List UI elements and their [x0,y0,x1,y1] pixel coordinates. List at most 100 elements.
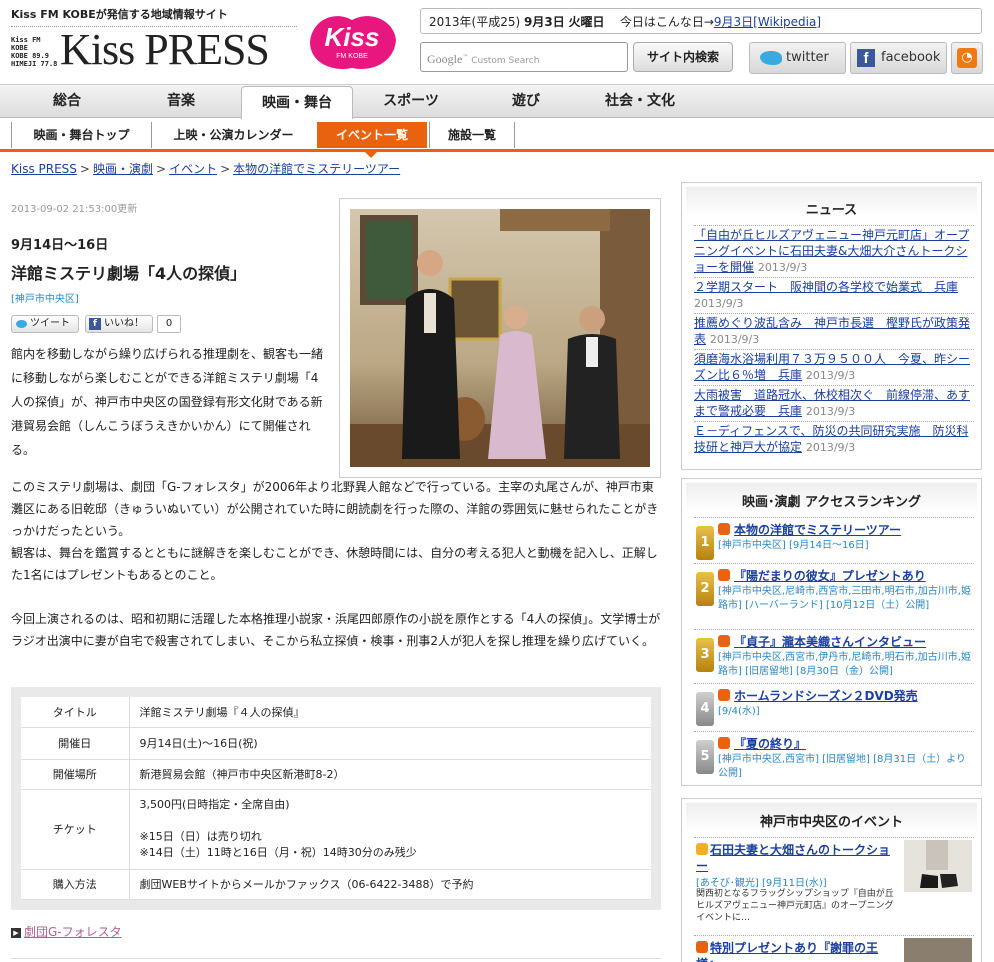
tweet-button[interactable]: ツイート [11,315,79,333]
ranking-link[interactable]: 本物の洋館でミステリーツアー [734,523,901,537]
twitter-label: twitter [786,50,829,65]
date-day: 9月3日 [524,15,565,29]
news-date: 2013/9/3 [805,441,856,454]
event-item[interactable]: 石田夫妻と大畑さんのトークショー [あそび･観光] [9月11日(水)] 関西初… [694,837,974,933]
news-item[interactable]: ２学期スタート 阪神間の各学校で始業式 兵庫 2013/9/3 [694,277,974,312]
ranking-meta: [神戸市中央区] [9月14日〜16日] [718,540,869,551]
rank-badge: 1 [696,526,714,560]
ranking-link[interactable]: 『陽だまりの彼女』プレゼントあり [734,569,926,583]
news-item[interactable]: 推薦めぐり波乱含み 神戸市長選 樫野氏が政策発表 2013/9/3 [694,313,974,348]
facebook-button[interactable]: f facebook [850,42,947,74]
news-date: 2013/9/3 [709,333,760,346]
article-body: このミステリ劇場は、劇団「G-フォレスタ」が2006年より北野異人館などで行って… [11,476,661,674]
breadcrumb-current[interactable]: 本物の洋館でミステリーツアー [233,162,400,176]
category-icon [718,689,730,701]
news-item[interactable]: 「自由が丘ヒルズアヴェニュー神戸元町店」オープニングイベントに石田夫妻&大畑大介… [694,225,974,276]
ranking-link[interactable]: ホームランドシーズン２DVD発売 [734,689,918,703]
site-header: Kiss FM KOBEが発信する地域情報サイト Kiss FM KOBE KO… [0,0,994,84]
event-date-range: 9月14日〜16日 [11,238,109,253]
ranking-meta: [神戸市中央区,西宮市] [旧居留地] [8月31日（土）より公開] [718,754,966,779]
news-item[interactable]: Ｅ－ディフェンスで、防災の共同研究実施 防災科技研と神戸大が協定 2013/9/… [694,421,974,456]
category-icon [718,569,730,581]
news-date: 2013/9/3 [805,369,856,382]
event-description: 関西初となるフラッグシップショップ『自由が丘ヒルズアヴェニュー神戸元町店』のオー… [696,889,894,923]
like-label: いいね！ [104,318,144,329]
nav-sports[interactable]: スポーツ [355,85,467,118]
event-link[interactable]: 特別プレゼントあり『謝罪の王様』 [696,941,878,962]
nav-music[interactable]: 音楽 [125,85,237,118]
area-tag[interactable]: [神戸市中央区] [11,290,79,305]
tweet-label: ツイート [30,318,70,329]
info-row-date: 開催日 9月14日(土)〜16日(祝) [21,727,651,760]
play-arrow-icon: ▶ [11,927,21,938]
station-kobe: KOBE 89.9 [11,52,49,60]
wikipedia-link[interactable]: 9月3日[Wikipedia] [714,15,821,29]
twitter-button[interactable]: twitter [749,42,846,74]
ranking-item[interactable]: 1 本物の洋館でミステリーツアー [神戸市中央区] [9月14日〜16日] [694,517,974,563]
news-date: 2013/9/3 [805,405,856,418]
news-box-inner: ニュース 「自由が丘ヒルズアヴェニュー神戸元町店」オープニングイベントに石田夫妻… [686,187,977,465]
info-key: 開催日 [21,727,130,760]
troupe-website-link[interactable]: 劇団G-フォレスタ [24,925,122,939]
like-button[interactable]: f いいね！ [85,315,153,333]
news-date: 2013/9/3 [757,261,808,274]
breadcrumb: Kiss PRESS > 映画・演劇 > イベント > 本物の洋館でミステリーツアー [11,162,401,176]
ranking-link[interactable]: 『夏の終り』 [734,737,806,751]
event-item[interactable]: 特別プレゼントあり『謝罪の王様』 [694,935,974,962]
kiss-logo-sub: FM KOBE [336,53,368,60]
event-thumbnail[interactable] [904,840,972,892]
ranking-item[interactable]: 5 『夏の終り』 [神戸市中央区,西宮市] [旧居留地] [8月31日（土）より… [694,731,974,781]
category-icon [718,523,730,535]
news-date: 2013/9/3 [694,297,744,310]
info-key: 購入方法 [21,869,130,900]
info-row-venue: 開催場所 新港貿易会館（神戸市中央区新港町8-2） [21,759,651,790]
subnav-calendar[interactable]: 上映・公演カレンダー [151,122,315,148]
rss-button[interactable]: ◔ [951,42,983,74]
info-value: 新港貿易会館（神戸市中央区新港町8-2） [129,759,651,790]
nav-general[interactable]: 総合 [11,85,123,118]
ranking-item[interactable]: 3 『貞子』瀧本美織さんインタビュー [神戸市中央区,西宮市,伊丹市,尼崎市,明… [694,629,974,681]
article-photo[interactable] [339,198,661,478]
news-link[interactable]: 「自由が丘ヒルズアヴェニュー神戸元町店」オープニングイベントに石田夫妻&大畑大介… [694,228,969,274]
kiss-logo-text: Kiss [325,22,380,52]
ranking-meta: [9/4(水)] [718,706,760,717]
search-input[interactable]: Google™ Custom Search [420,42,628,72]
breadcrumb-event[interactable]: イベント [169,162,217,176]
events-title: 神戸市中央区のイベント [759,815,903,830]
date-prefix: 2013年(平成25) [429,15,521,29]
info-key: チケット [21,789,130,870]
site-search-button[interactable]: サイト内検索 [633,42,733,72]
like-count: 0 [157,315,181,333]
external-link-row: ▶ 劇団G-フォレスタ [11,923,122,940]
nav-society-culture[interactable]: 社会・文化 [584,85,696,118]
info-row-title: タイトル 洋館ミステリ劇場『４人の探偵』 [21,697,651,728]
event-link[interactable]: 石田夫妻と大畑さんのトークショー [696,843,890,873]
nav-play[interactable]: 遊び [470,85,582,118]
breadcrumb-movie[interactable]: 映画・演劇 [93,162,153,176]
info-value: 洋館ミステリ劇場『４人の探偵』 [129,697,651,728]
kiss-lips-logo[interactable]: Kiss FM KOBE [304,6,400,74]
facebook-icon: f [89,318,101,330]
news-item[interactable]: 須磨海水浴場利用７３万９５００人 今夏、昨シーズン比６％増 兵庫 2013/9/… [694,349,974,384]
ranking-link[interactable]: 『貞子』瀧本美織さんインタビュー [734,635,926,649]
ranking-meta: [神戸市中央区,尼崎市,西宮市,三田市,明石市,加古川市,姫路市] [ハーバーラ… [718,586,971,611]
subnav-facility-list[interactable]: 施設一覧 [429,122,515,148]
info-row-ticket: チケット 3,500円(日時指定・全席自由) ※15日（日）は売り切れ ※14日… [21,789,651,870]
event-thumbnail[interactable] [904,938,972,962]
subnav-event-list[interactable]: イベント一覧 [317,122,427,148]
site-logo[interactable]: Kiss PRESS [60,26,270,74]
rank-badge: 3 [696,638,714,672]
ranking-item[interactable]: 2 『陽だまりの彼女』プレゼントあり [神戸市中央区,尼崎市,西宮市,三田市,明… [694,563,974,625]
local-events-box: 神戸市中央区のイベント 石田夫妻と大畑さんのトークショー [あそび･観光] [9… [681,798,982,962]
news-title: ニュース [805,203,858,218]
nav-movie-stage[interactable]: 映画・舞台 [241,86,353,119]
news-link[interactable]: ２学期スタート 阪神間の各学校で始業式 兵庫 [694,280,958,294]
ranking-title: 映画･演劇 アクセスランキング [742,495,921,510]
station-name: Kiss FM KOBE [11,36,41,52]
event-info-table: タイトル 洋館ミステリ劇場『４人の探偵』 開催日 9月14日(土)〜16日(祝)… [11,687,661,910]
subnav-movie-top[interactable]: 映画・舞台トップ [11,122,151,148]
ranking-item[interactable]: 4 ホームランドシーズン２DVD発売 [9/4(水)] [694,683,974,729]
ranking-box: 映画･演劇 アクセスランキング 1 本物の洋館でミステリーツアー [神戸市中央区… [681,478,982,786]
news-item[interactable]: 大雨被害 道路冠水、休校相次ぐ 前線停滞、あすまで警戒必要 兵庫 2013/9/… [694,385,974,420]
breadcrumb-home[interactable]: Kiss PRESS [11,162,77,176]
